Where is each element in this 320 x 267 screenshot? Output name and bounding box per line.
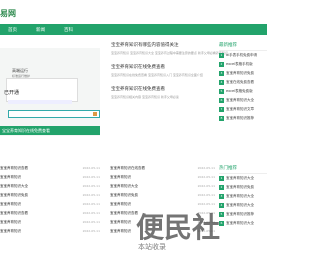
list-date: 2022-05-11 xyxy=(197,166,215,170)
recommend-item[interactable]: 4 宝宝在线免费查看 xyxy=(219,78,267,87)
hot-item[interactable]: 2 宝宝养育知识免费 xyxy=(219,183,267,192)
rank-icon: 1 xyxy=(219,176,224,181)
list-title: 宝宝养育知识 xyxy=(0,202,21,206)
list-item[interactable]: 宝宝养育知识 2022-05-11 xyxy=(0,173,100,182)
hot-label: 宝宝养育知识大全 xyxy=(226,176,254,180)
list-date: 2022-05-11 xyxy=(82,184,100,188)
hot-label: 宝宝养育知识大全 xyxy=(226,194,254,198)
watermark-subtext: 本站收录 xyxy=(138,243,166,251)
article[interactable]: 宝宝养育知识在线免费查看 宝宝养育知识相关内容 宝宝养育知识 新手父母必读 xyxy=(111,86,179,100)
slide[interactable]: 高端运行 标准运行维护 已开通 宝宝养育知识在线免费查看 xyxy=(0,48,100,136)
nav-item[interactable]: 首页 xyxy=(8,27,17,33)
rank-icon: 2 xyxy=(219,185,224,190)
list-item[interactable]: 宝宝养育知识大全 2022-05-11 xyxy=(0,182,100,191)
list-title: 宝宝养育知识 xyxy=(0,175,21,179)
recommend-label: ai手表手机免费申请 xyxy=(226,53,258,57)
recommend-item[interactable]: 5 excel表格免费版 xyxy=(219,87,267,96)
main-nav: 首页 新闻 百科 xyxy=(0,24,267,35)
list-item[interactable]: 宝宝养育知识 2022-05-11 xyxy=(0,218,100,227)
rank-icon: 1 xyxy=(219,53,224,58)
list-item[interactable]: 宝宝养育知识免费 2022-05-11 xyxy=(0,191,100,200)
list-date: 2022-05-11 xyxy=(82,175,100,179)
recommend-item[interactable]: 7 宝宝养育知识文章 xyxy=(219,105,267,114)
hot-item[interactable]: 1 宝宝养育知识大全 xyxy=(219,174,267,183)
list-item[interactable]: 宝宝养育知识大全 2022-05-11 xyxy=(110,182,215,191)
list-title: 宝宝养育知识大全 xyxy=(110,184,138,188)
list-title: 宝宝养育知识免费 xyxy=(110,193,138,197)
list-item[interactable]: 宝宝养育知识查看 2022-05-11 xyxy=(0,164,100,173)
list-title: 宝宝养育知识大全 xyxy=(0,184,28,188)
logo[interactable]: 易网 xyxy=(0,8,16,19)
nav-item[interactable]: 百科 xyxy=(64,27,73,33)
slideshow[interactable]: 高端运行 标准运行维护 已开通 宝宝养育知识在线免费查看 xyxy=(0,48,105,151)
slide-caption: 宝宝养育知识在线免费查看 xyxy=(2,128,50,133)
rank-icon: 2 xyxy=(219,62,224,67)
list-item[interactable]: 宝宝养育知识 2022-05-11 xyxy=(110,173,215,182)
list-item[interactable]: 宝宝养育知识在线查看 2022-05-11 xyxy=(110,164,215,173)
list-date: 2022-05-11 xyxy=(82,220,100,224)
article-title[interactable]: 宝宝养育知识在线免费查看 xyxy=(111,86,179,92)
slide-caption-bar: 宝宝养育知识在线免费查看 xyxy=(0,126,100,135)
recommend-label: excel表格免费版 xyxy=(226,89,253,93)
nav-item[interactable]: 新闻 xyxy=(36,27,45,33)
article-text: 宝宝养育知识相关内容 宝宝养育知识 新手父母必读 xyxy=(111,95,179,99)
recommend-heading: 最新推荐 xyxy=(219,42,267,51)
slide-button[interactable] xyxy=(8,110,100,118)
rank-icon: 8 xyxy=(219,116,224,121)
recommend-label: 宝宝养育知识大全 xyxy=(226,98,254,102)
recommend-item[interactable]: 1 ai手表手机免费申请 xyxy=(219,51,267,60)
list-title: 宝宝养育知识查看 xyxy=(0,166,28,170)
recommend-label: 宝宝养育知识文章 xyxy=(226,107,254,111)
list-title: 宝宝养育知识免费 xyxy=(0,193,28,197)
arrow-icon xyxy=(93,112,97,116)
rank-icon: 5 xyxy=(219,89,224,94)
list-date: 2022-05-11 xyxy=(82,193,100,197)
rank-icon: 3 xyxy=(219,71,224,76)
article-title[interactable]: 宝宝养育知识在线免费查看 xyxy=(111,64,203,70)
hot-label: 宝宝养育知识免费 xyxy=(226,185,254,189)
hot-heading: 热门推荐 xyxy=(219,165,267,174)
list-date: 2022-05-11 xyxy=(197,175,215,179)
article[interactable]: 宝宝养育知识有哪些内容值得关注 宝宝养育知识 宝宝养育知识大全 宝宝养育过程中需… xyxy=(111,42,228,56)
list-date: 2022-05-11 xyxy=(82,202,100,206)
list-item[interactable]: 宝宝养育知识 2022-05-11 xyxy=(0,227,100,236)
list-item[interactable]: 宝宝养育知识免费 2022-05-11 xyxy=(110,191,215,200)
list-date: 2022-05-11 xyxy=(197,184,215,188)
recommend-item[interactable]: 2 excel表格手机版 xyxy=(219,60,267,69)
recommend-item[interactable]: 6 宝宝养育知识大全 xyxy=(219,96,267,105)
list-item[interactable]: 宝宝养育知识查看 2022-05-11 xyxy=(0,209,100,218)
recommend-panel: 最新推荐 1 ai手表手机免费申请 2 excel表格手机版 3 宝宝养育知识免费 4… xyxy=(219,42,267,123)
list-title: 宝宝养育知识在线查看 xyxy=(110,166,145,170)
rank-icon: 6 xyxy=(219,98,224,103)
list-title: 宝宝养育知识 xyxy=(0,229,21,233)
list-title: 宝宝养育知识查看 xyxy=(0,211,28,215)
recommend-label: 宝宝在线免费查看 xyxy=(226,80,254,84)
article-text: 宝宝养育知识 宝宝养育知识大全 宝宝养育过程中需要注意的要点 新手父母必看养育知… xyxy=(111,51,228,55)
recommend-label: 宝宝养育知识推荐 xyxy=(226,116,254,120)
slide-state: 已开通 xyxy=(4,90,20,96)
rank-icon: 3 xyxy=(219,194,224,199)
news-list-left: 宝宝养育知识查看 2022-05-11 宝宝养育知识 2022-05-11 宝宝养育… xyxy=(0,164,100,236)
list-date: 2022-05-11 xyxy=(197,193,215,197)
list-title: 宝宝养育知识 xyxy=(0,220,21,224)
recommend-item[interactable]: 8 宝宝养育知识推荐 xyxy=(219,114,267,123)
list-date: 2022-05-11 xyxy=(82,166,100,170)
rank-icon: 4 xyxy=(219,80,224,85)
watermark: 便民社 本站收录 xyxy=(108,200,258,260)
list-date: 2022-05-11 xyxy=(82,229,100,233)
recommend-label: 宝宝养育知识免费 xyxy=(226,71,254,75)
list-title: 宝宝养育知识 xyxy=(110,175,131,179)
recommend-label: excel表格手机版 xyxy=(226,62,253,66)
list-date: 2022-05-11 xyxy=(82,211,100,215)
list-item[interactable]: 宝宝养育知识 2022-05-11 xyxy=(0,200,100,209)
article[interactable]: 宝宝养育知识在线免费查看 宝宝养育知识在线免费查看 宝宝养育知识入门 宝宝养育知… xyxy=(111,64,203,78)
article-text: 宝宝养育知识在线免费查看 宝宝养育知识入门 宝宝养育知识全面介绍 xyxy=(111,73,203,77)
article-title[interactable]: 宝宝养育知识有哪些内容值得关注 xyxy=(111,42,228,48)
watermark-text: 便民社 xyxy=(136,211,221,244)
slide-field xyxy=(8,100,72,104)
rank-icon: 7 xyxy=(219,107,224,112)
recommend-item[interactable]: 3 宝宝养育知识免费 xyxy=(219,69,267,78)
